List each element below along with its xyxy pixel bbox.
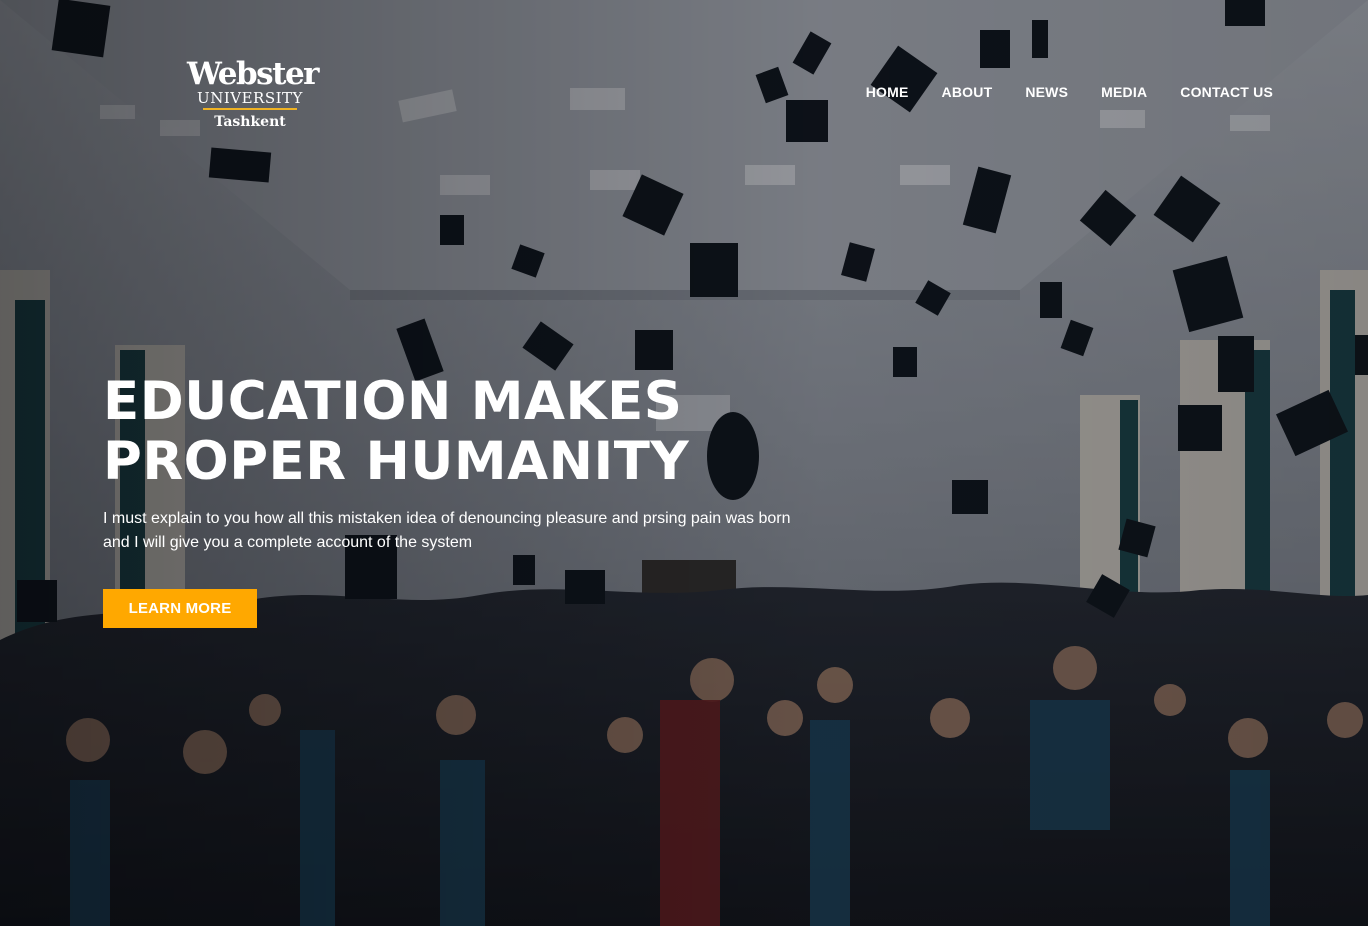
main-navigation: HOME ABOUT NEWS MEDIA CONTACT US bbox=[833, 84, 1273, 100]
hero-headline: EDUCATION MAKES PROPER HUMANITY bbox=[103, 372, 689, 492]
nav-item-about[interactable]: ABOUT bbox=[942, 84, 993, 100]
logo-brand-text: Webster bbox=[187, 56, 320, 92]
hero-section: Webster UNIVERSITY Tashkent HOME ABOUT N… bbox=[0, 0, 1368, 926]
hero-subtitle: I must explain to you how all this mista… bbox=[103, 510, 791, 551]
hero-headline-line-2: PROPER HUMANITY bbox=[103, 431, 690, 492]
learn-more-button[interactable]: LEARN MORE bbox=[103, 589, 257, 628]
nav-item-media[interactable]: MEDIA bbox=[1101, 84, 1147, 100]
nav-item-news[interactable]: NEWS bbox=[1025, 84, 1068, 100]
logo-divider bbox=[203, 108, 297, 110]
site-logo[interactable]: Webster UNIVERSITY Tashkent bbox=[187, 56, 320, 131]
nav-item-contact-us[interactable]: CONTACT US bbox=[1180, 84, 1273, 100]
nav-item-home[interactable]: HOME bbox=[866, 84, 909, 100]
logo-university-text: UNIVERSITY bbox=[197, 89, 303, 107]
hero-headline-line-1: EDUCATION MAKES bbox=[103, 371, 683, 432]
logo-city-text: Tashkent bbox=[214, 114, 286, 130]
